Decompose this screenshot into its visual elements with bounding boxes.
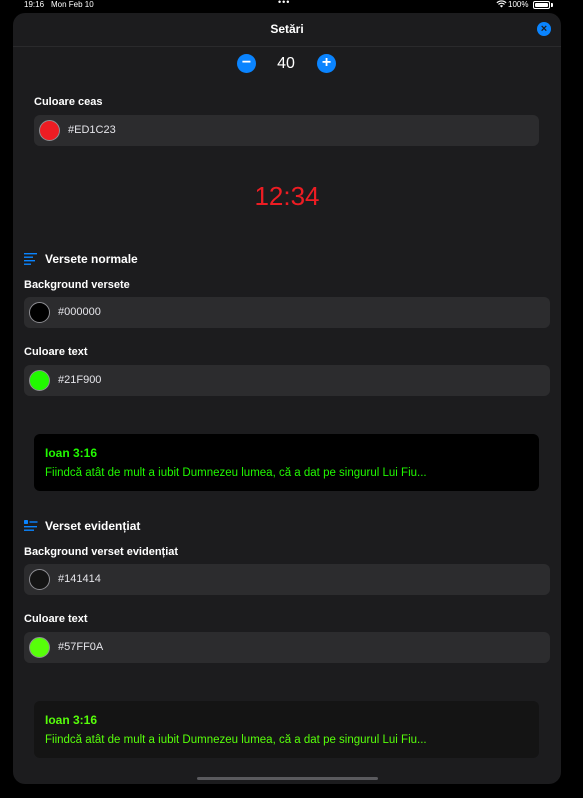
settings-sheet: Setări × − 40 + Culoare ceas #ED1C23 12:… — [13, 13, 561, 784]
sheet-header: Setări × — [13, 13, 561, 47]
status-time: 19:16 — [24, 0, 45, 9]
close-icon: × — [540, 23, 548, 35]
clock-color-label: Culoare ceas — [34, 96, 103, 108]
clock-preview: 12:34 — [254, 181, 320, 211]
stepper-value: 40 — [277, 55, 295, 72]
normal-bg-field[interactable]: #000000 — [24, 297, 550, 328]
highlighted-bg-swatch[interactable] — [29, 569, 50, 590]
normal-bg-swatch[interactable] — [29, 302, 50, 323]
home-indicator[interactable] — [197, 777, 378, 780]
preview-verse-reference: Ioan 3:16 — [45, 446, 98, 460]
preview-highlighted-reference: Ioan 3:16 — [45, 713, 98, 727]
multitasking-dots-icon[interactable]: ••• — [278, 0, 290, 7]
clock-color-value: #ED1C23 — [68, 124, 116, 136]
minus-icon: − — [241, 54, 252, 71]
highlighted-bg-value: #141414 — [58, 573, 101, 585]
decrement-button[interactable]: − — [237, 54, 256, 73]
normal-verse-preview: Ioan 3:16 Fiindcă atât de mult a iubit D… — [34, 434, 539, 491]
wifi-icon — [496, 0, 507, 8]
text-lines-icon — [24, 253, 37, 265]
battery-tip — [551, 3, 553, 7]
highlighted-text-color-value: #57FF0A — [58, 641, 104, 653]
normal-bg-value: #000000 — [58, 306, 101, 318]
highlighted-list-icon — [24, 520, 38, 531]
highlighted-text-color-label: Culoare text — [24, 613, 88, 625]
highlighted-text-color-swatch[interactable] — [29, 637, 50, 658]
normal-text-color-field[interactable]: #21F900 — [24, 365, 550, 396]
highlighted-bg-label: Background verset evidențiat — [24, 546, 179, 558]
status-bar: 19:16 Mon Feb 10 ••• 100% — [0, 0, 583, 12]
battery-icon — [533, 1, 550, 9]
normal-text-color-swatch[interactable] — [29, 370, 50, 391]
close-button[interactable]: × — [537, 22, 551, 36]
status-date: Mon Feb 10 — [51, 0, 94, 9]
preview-verse-text: Fiindcă atât de mult a iubit Dumnezeu lu… — [45, 467, 427, 479]
section-highlighted-verse-title: Verset evidențiat — [45, 519, 141, 533]
increment-button[interactable]: + — [317, 54, 336, 73]
highlighted-verse-preview: Ioan 3:16 Fiindcă atât de mult a iubit D… — [34, 701, 539, 758]
normal-text-color-label: Culoare text — [24, 346, 88, 358]
battery-percent: 100% — [508, 0, 529, 9]
preview-highlighted-text: Fiindcă atât de mult a iubit Dumnezeu lu… — [45, 734, 427, 746]
clock-color-swatch[interactable] — [39, 120, 60, 141]
plus-icon: + — [321, 54, 332, 71]
page-title: Setări — [270, 22, 304, 36]
normal-text-color-value: #21F900 — [58, 374, 102, 386]
highlighted-text-color-field[interactable]: #57FF0A — [24, 632, 550, 663]
highlighted-bg-field[interactable]: #141414 — [24, 564, 550, 595]
normal-bg-label: Background versete — [24, 279, 130, 291]
section-normal-verses-title: Versete normale — [45, 252, 138, 266]
clock-color-field[interactable]: #ED1C23 — [34, 115, 539, 146]
size-stepper: − 40 + — [13, 54, 561, 74]
